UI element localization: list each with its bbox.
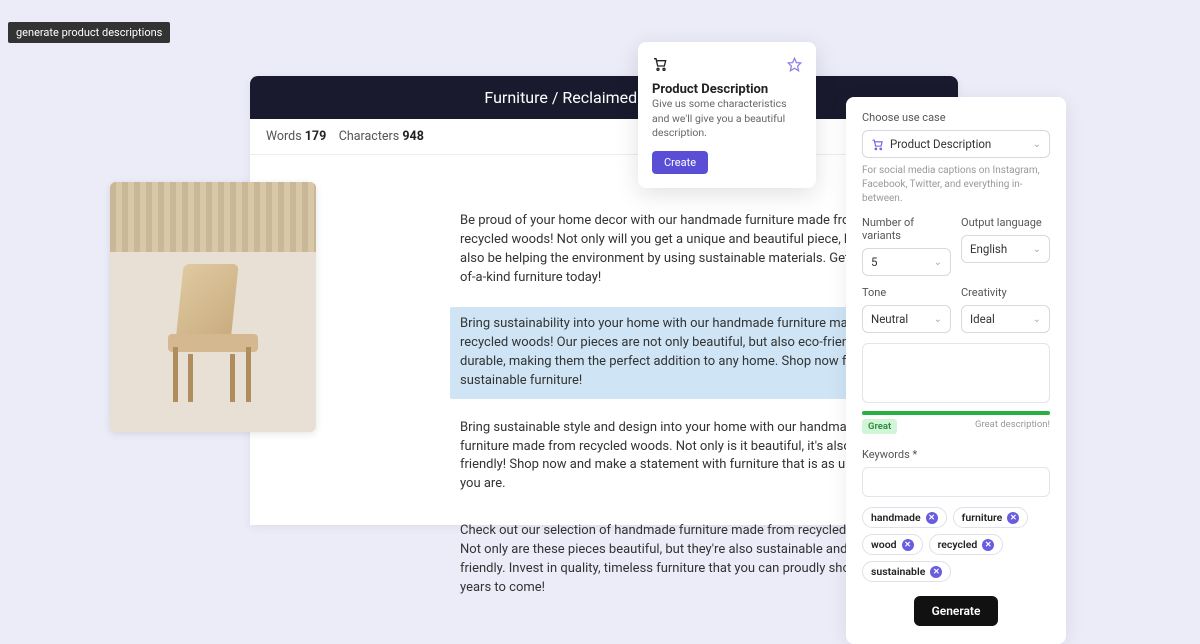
tone-value: Neutral — [871, 312, 908, 326]
words-label: Words — [266, 129, 302, 144]
popover-text: Give us some characteristics and we'll g… — [652, 97, 802, 141]
keywords-label: Keywords * — [862, 448, 1050, 461]
lang-label: Output language — [961, 216, 1050, 229]
tag-label: sustainable — [871, 565, 925, 578]
chevron-down-icon: ⌄ — [1033, 314, 1041, 325]
remove-tag-icon[interactable]: ✕ — [982, 539, 994, 551]
keywords-input[interactable] — [862, 467, 1050, 497]
product-image — [110, 182, 316, 432]
chevron-down-icon: ⌄ — [1033, 139, 1041, 150]
content-row: Be proud of your home decor with our han… — [110, 182, 916, 618]
chars-count: 948 — [402, 129, 424, 144]
quality-badge: Great — [862, 419, 897, 434]
use-case-select[interactable]: Product Description ⌄ — [862, 130, 1050, 158]
remove-tag-icon[interactable]: ✕ — [902, 539, 914, 551]
lang-value: English — [970, 242, 1007, 256]
creativity-label: Creativity — [961, 286, 1050, 299]
create-button[interactable]: Create — [652, 151, 708, 174]
tag-label: wood — [871, 538, 897, 551]
quality-progress — [862, 411, 1050, 415]
chevron-down-icon: ⌄ — [934, 314, 942, 325]
creativity-select[interactable]: Ideal ⌄ — [961, 305, 1050, 333]
keyword-tag: wood ✕ — [862, 534, 923, 555]
product-description-popover: Product Description Give us some charact… — [638, 42, 816, 188]
words-count: 179 — [305, 129, 327, 144]
remove-tag-icon[interactable]: ✕ — [926, 512, 938, 524]
tone-select[interactable]: Neutral ⌄ — [862, 305, 951, 333]
language-select[interactable]: English ⌄ — [961, 235, 1050, 263]
variants-value: 5 — [871, 255, 877, 269]
use-case-value: Product Description — [890, 137, 991, 151]
tag-label: furniture — [962, 511, 1003, 524]
chevron-down-icon: ⌄ — [934, 257, 942, 268]
generate-button[interactable]: Generate — [914, 596, 999, 626]
cart-icon — [871, 138, 890, 151]
variants-select[interactable]: 5 ⌄ — [862, 248, 951, 276]
remove-tag-icon[interactable]: ✕ — [1007, 512, 1019, 524]
creativity-value: Ideal — [970, 312, 995, 326]
keyword-tags: handmade✕furniture✕wood✕recycled✕sustain… — [862, 507, 1050, 582]
side-panel: Choose use case Product Description ⌄ Fo… — [846, 97, 1066, 644]
variants-label: Number of variants — [862, 216, 951, 242]
cart-icon — [652, 56, 668, 72]
tag-label: handmade — [871, 511, 921, 524]
remove-tag-icon[interactable]: ✕ — [930, 566, 942, 578]
chevron-down-icon: ⌄ — [1033, 244, 1041, 255]
tone-label: Tone — [862, 286, 951, 299]
tooltip-label: generate product descriptions — [8, 22, 170, 43]
keyword-tag: recycled ✕ — [929, 534, 1004, 555]
chars-label: Characters — [339, 129, 400, 144]
quality-text: Great description! — [975, 419, 1050, 434]
keyword-tag: furniture ✕ — [953, 507, 1029, 528]
keyword-tag: handmade ✕ — [862, 507, 947, 528]
use-case-help: For social media captions on Instagram, … — [862, 164, 1050, 206]
tag-label: recycled — [938, 538, 978, 551]
star-icon[interactable] — [787, 57, 802, 72]
description-textarea[interactable] — [862, 343, 1050, 403]
keyword-tag: sustainable ✕ — [862, 561, 951, 582]
popover-title: Product Description — [652, 82, 802, 97]
use-case-label: Choose use case — [862, 111, 1050, 124]
